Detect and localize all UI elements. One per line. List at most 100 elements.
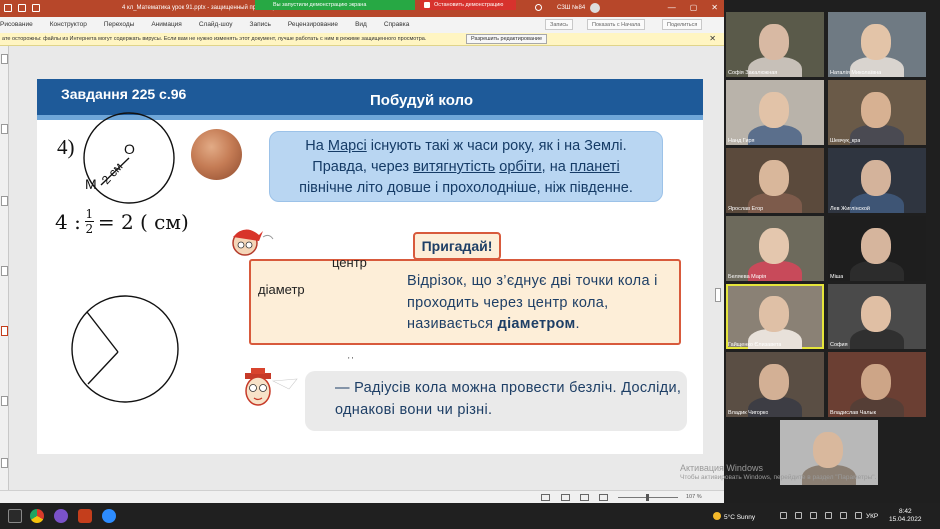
tab-help[interactable]: Справка — [384, 21, 410, 28]
file-explorer-icon[interactable] — [8, 509, 22, 523]
onedrive-icon[interactable] — [825, 512, 832, 519]
powerpoint-icon[interactable] — [78, 509, 92, 523]
participant-face — [759, 160, 789, 196]
ribbon-tabs: Рисование Конструктор Переходы Анимация … — [0, 21, 409, 28]
participant-video[interactable]: Беляева Марія — [726, 216, 824, 281]
participant-video[interactable]: Шевчук_кра — [828, 80, 926, 145]
enable-editing-button[interactable]: Разрешить редактирование — [466, 34, 548, 44]
circle-label-m: М — [85, 176, 97, 192]
dot-marks: ' ' — [348, 356, 354, 365]
formula-fraction: 1 2 — [84, 207, 94, 235]
save-icon[interactable] — [4, 4, 12, 12]
participant-video[interactable]: Ярослав Егор — [726, 148, 824, 213]
tab-view[interactable]: Вид — [355, 21, 367, 28]
slide-thumbnail-active[interactable] — [1, 326, 8, 336]
quick-access-toolbar — [4, 4, 40, 12]
chrome-icon[interactable] — [30, 509, 44, 523]
slide-thumbnail[interactable] — [1, 396, 8, 406]
avatar[interactable] — [590, 3, 600, 13]
present-from-start-button[interactable]: Показать с Начала — [587, 19, 646, 30]
window-controls: — ▢ ✕ — [668, 3, 718, 12]
video-gallery: Софія Закалюжная Наталія Миколаївна Нанд Г… — [724, 0, 940, 503]
tray-chevron-icon[interactable] — [780, 512, 787, 519]
tab-review[interactable]: Рецензирование — [288, 21, 338, 28]
participant-video[interactable]: Лев Жиглінской — [828, 148, 926, 213]
participant-video[interactable]: Владик Чигорко — [726, 352, 824, 417]
slide-sorter-icon[interactable] — [561, 494, 570, 501]
close-button[interactable]: ✕ — [711, 3, 718, 12]
maximize-button[interactable]: ▢ — [690, 3, 698, 12]
slideshow-view-icon[interactable] — [599, 494, 608, 501]
participant-name: София — [830, 342, 848, 348]
participant-face — [861, 296, 891, 332]
participant-body — [850, 329, 904, 349]
tab-transitions[interactable]: Переходы — [104, 21, 135, 28]
participant-video[interactable]: София — [828, 284, 926, 349]
participant-name: Наталія Миколаївна — [830, 70, 882, 76]
minimize-button[interactable]: — — [668, 3, 676, 12]
mars-image — [191, 129, 242, 180]
slide-thumbnail[interactable] — [1, 196, 8, 206]
tab-design[interactable]: Конструктор — [50, 21, 87, 28]
battery-icon[interactable] — [840, 512, 847, 519]
sun-icon — [713, 512, 721, 520]
participant-video[interactable]: Софія Закалюжная — [726, 12, 824, 77]
fraction-numerator: 1 — [85, 207, 94, 221]
slide-thumbnail[interactable] — [1, 54, 8, 64]
participant-video[interactable]: Гайщенко Єлизавета — [726, 284, 824, 349]
network-icon[interactable] — [795, 512, 802, 519]
zoom-level[interactable]: 107 % — [686, 494, 702, 500]
tab-animations[interactable]: Анимация — [151, 21, 182, 28]
vertical-scrollbar[interactable] — [712, 46, 724, 490]
record-button[interactable]: Запись — [545, 19, 574, 30]
volume-icon[interactable] — [810, 512, 817, 519]
participant-face — [759, 228, 789, 264]
title-bar: 4 кл_Математика урок 91.pptx - защищенны… — [0, 0, 724, 17]
stop-demo-button[interactable]: Остановить демонстрацию — [420, 0, 516, 10]
participant-video[interactable]: Міша — [828, 216, 926, 281]
participant-video[interactable]: Владислав Чалык — [828, 352, 926, 417]
window-title: 4 кл_Математика урок 91.pptx - защищенны… — [122, 5, 276, 11]
slide-thumbnail[interactable] — [1, 458, 8, 468]
participant-name: Міша — [830, 274, 844, 280]
participant-video[interactable]: Нанд Гиря — [726, 80, 824, 145]
character-icon — [232, 229, 274, 256]
normal-view-icon[interactable] — [541, 494, 550, 501]
participant-name: Владислав Чалык — [830, 410, 876, 416]
participant-face — [861, 160, 891, 196]
share-button[interactable]: Поделиться — [662, 19, 703, 30]
system-tray — [780, 512, 862, 519]
tab-slideshow[interactable]: Слайд-шоу — [199, 21, 233, 28]
participant-face — [861, 24, 891, 60]
participant-name: Нанд Гиря — [728, 138, 755, 144]
protected-view-bar: ате осторожны: файлы из Интернета могут … — [0, 33, 724, 46]
zoom-icon[interactable] — [102, 509, 116, 523]
tab-record[interactable]: Запись — [250, 21, 271, 28]
language-indicator[interactable]: УКР — [866, 513, 878, 520]
start-slideshow-icon[interactable] — [32, 4, 40, 12]
undo-icon[interactable] — [18, 4, 26, 12]
clock-time: 8:42 — [898, 508, 912, 515]
remember-label: Пригадай! — [413, 232, 501, 260]
search-icon[interactable] — [535, 4, 542, 11]
close-icon[interactable]: ✕ — [709, 34, 716, 43]
tab-draw[interactable]: Рисование — [0, 21, 33, 28]
slide-thumbnails[interactable] — [0, 46, 9, 490]
slide-thumbnail[interactable] — [1, 266, 8, 276]
reading-view-icon[interactable] — [580, 494, 589, 501]
mars-fact-box: На Марсі існують такі ж часи року, як і … — [269, 131, 663, 202]
viber-icon[interactable] — [54, 509, 68, 523]
zoom-slider-thumb[interactable] — [646, 494, 649, 501]
participant-video[interactable]: Наталія Миколаївна — [828, 12, 926, 77]
formula-left: 4 : — [55, 209, 81, 234]
participant-face — [861, 228, 891, 264]
weather-widget[interactable]: 5°C Sunny — [713, 512, 755, 521]
user-name: СЗШ №84 — [557, 5, 586, 11]
scrollbar-thumb[interactable] — [715, 288, 721, 302]
center-label: центр — [332, 255, 367, 270]
clock[interactable]: 8:42 15.04.2022 — [889, 508, 922, 524]
wifi-icon[interactable] — [855, 512, 862, 519]
watermark-subtitle: Чтобы активировать Windows, перейдите в … — [680, 474, 877, 481]
participant-name: Владик Чигорко — [728, 410, 769, 416]
slide-thumbnail[interactable] — [1, 124, 8, 134]
